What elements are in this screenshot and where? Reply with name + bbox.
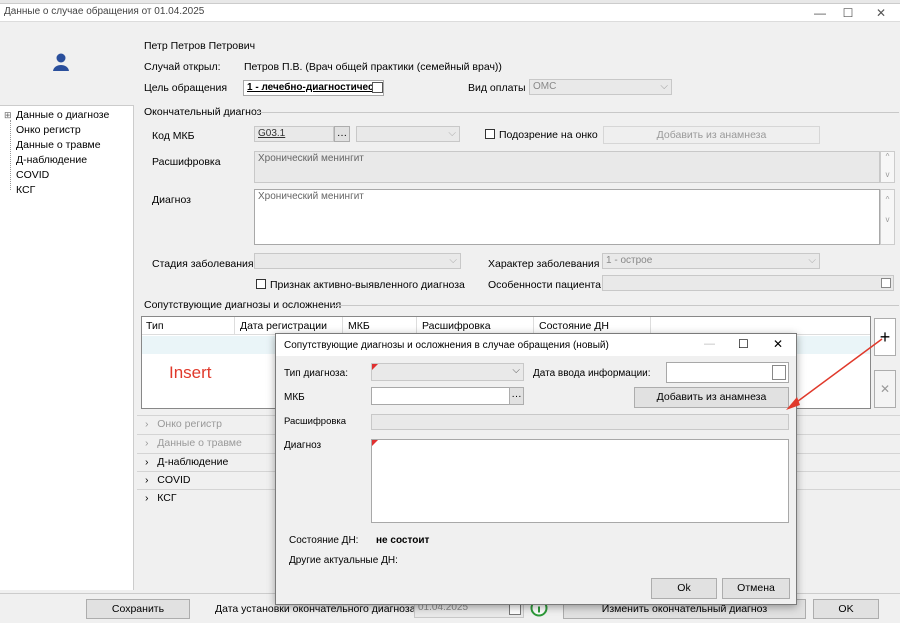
annotation-arrow [786, 338, 883, 410]
